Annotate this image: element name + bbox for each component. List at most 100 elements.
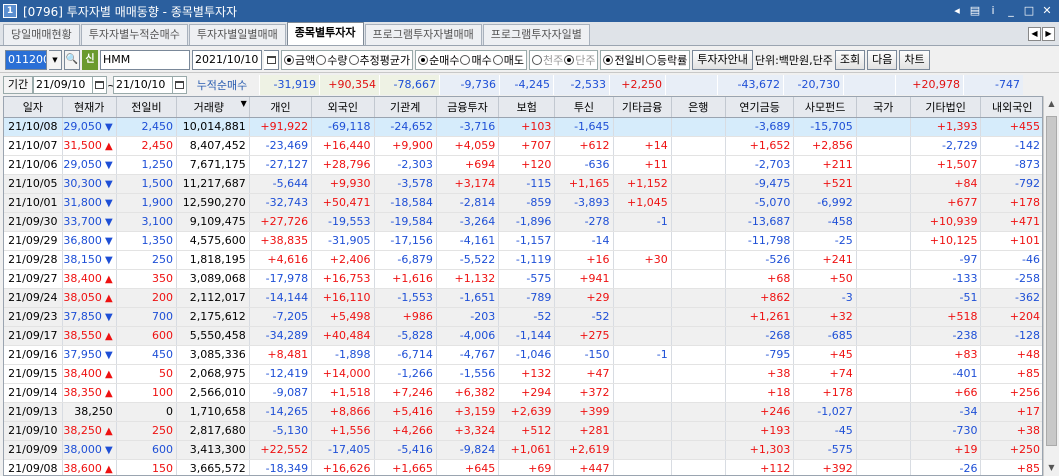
radio-change-rate[interactable]: 등락률 — [645, 52, 687, 68]
cell-investor-value: +11 — [613, 155, 672, 175]
column-header[interactable]: 기타법인 — [910, 97, 982, 118]
tab-1[interactable]: 투자자별누적순매수 — [80, 24, 188, 45]
column-header[interactable]: 거래량 ▼ — [176, 97, 250, 118]
cell-investor-value — [671, 212, 726, 232]
cell-investor-value: +204 — [980, 307, 1042, 327]
tab-prev-icon[interactable]: ◀ — [1028, 26, 1041, 41]
tab-5[interactable]: 프로그램투자자일별 — [482, 24, 590, 45]
table-row[interactable]: 21/09/09 38,000 ▼ 600 3,413,300 +22,552 -17,4… — [4, 440, 1042, 460]
column-header[interactable]: 개인 — [249, 97, 313, 118]
search-icon[interactable]: 🔍 — [64, 49, 80, 70]
cell-investor-value: +16,753 — [311, 269, 375, 289]
period-to-input[interactable]: 21/10/10 — [113, 76, 173, 94]
table-row[interactable]: 21/09/28 38,150 ▼ 250 1,818,195 +4,616 +2,406… — [4, 250, 1042, 270]
cell-volume: 3,665,572 — [176, 459, 250, 475]
scroll-down-icon[interactable]: ▼ — [1044, 460, 1059, 476]
column-header[interactable]: 일자 — [4, 97, 63, 118]
table-row[interactable]: 21/09/15 38,400 ▲ 50 2,068,975 -12,419 +14,00… — [4, 364, 1042, 384]
tab-2[interactable]: 투자자별일별매매 — [188, 24, 286, 45]
table-row[interactable]: 21/09/30 33,700 ▼ 3,100 9,109,475 +27,726 -19… — [4, 212, 1042, 232]
table-row[interactable]: 21/09/17 38,550 ▲ 600 5,550,458 -34,289 +40,4… — [4, 326, 1042, 346]
date-input[interactable]: 2021/10/10 — [192, 49, 262, 70]
cell-investor-value: -3 — [793, 288, 857, 308]
table-row[interactable]: 21/09/23 37,850 ▼ 700 2,175,612 -7,205 +5,498… — [4, 307, 1042, 327]
calendar-to-icon[interactable] — [173, 76, 187, 94]
cell-investor-value: -1,896 — [498, 212, 556, 232]
column-header[interactable]: 투신 — [554, 97, 614, 118]
tab-0[interactable]: 당일매매현황 — [3, 24, 80, 45]
calendar-icon[interactable] — [264, 49, 279, 70]
table-row[interactable]: 21/09/27 38,400 ▲ 350 3,089,068 -17,978 +16,7… — [4, 269, 1042, 289]
cell-investor-value — [671, 174, 726, 194]
table-row[interactable]: 21/10/05 30,300 ▼ 1,500 11,217,687 -5,644 +9,… — [4, 174, 1042, 194]
radio-amount[interactable]: 금액 — [284, 52, 315, 68]
radio-net-buy[interactable]: 순매수 — [418, 52, 459, 68]
column-header[interactable]: 외국인 — [311, 97, 375, 118]
table-row[interactable]: 21/09/29 36,800 ▼ 1,350 4,575,600 +38,835 -31… — [4, 231, 1042, 251]
column-header[interactable]: 내외국인 — [980, 97, 1042, 118]
investor-data-grid[interactable]: 일자 현재가 전일비 거래량 ▼ 개인 외국인 기관계 금융투자 보험 투신 기타금융 은행 연기금등 사모… — [3, 96, 1043, 476]
column-header[interactable]: 기관계 — [374, 97, 437, 118]
radio-quantity[interactable]: 수량 — [316, 52, 348, 68]
stock-code-input[interactable]: 011200 — [5, 49, 47, 70]
cell-investor-value: -5,070 — [725, 193, 795, 213]
cell-investor-value: +256 — [980, 383, 1042, 403]
tab-left-icon[interactable]: ◂ — [949, 3, 965, 19]
cell-date: 21/09/13 — [4, 402, 63, 422]
table-row[interactable]: 21/10/01 31,800 ▼ 1,900 12,590,270 -32,743 +5… — [4, 193, 1042, 213]
table-row[interactable]: 21/10/06 29,050 ▼ 1,250 7,671,175 -27,127 +28… — [4, 155, 1042, 175]
query-button[interactable]: 조회 — [834, 49, 866, 70]
cell-investor-value: +447 — [554, 459, 614, 475]
cell-investor-value: +16,626 — [311, 459, 375, 475]
scroll-thumb[interactable] — [1046, 116, 1057, 446]
cell-investor-value — [671, 155, 726, 175]
table-row[interactable]: 21/10/07 31,500 ▲ 2,450 8,407,452 -23,469 +16… — [4, 136, 1042, 156]
table-row[interactable]: 21/10/08 29,050 ▼ 2,450 10,014,881 +91,922 -6… — [4, 117, 1042, 137]
radio-prev-day[interactable]: 전일비 — [603, 52, 645, 68]
column-header[interactable]: 보험 — [498, 97, 556, 118]
tab-3[interactable]: 종목별투자자 — [286, 22, 364, 45]
minimize-icon[interactable]: _ — [1003, 3, 1019, 19]
column-header[interactable]: 금융투자 — [436, 97, 500, 118]
table-row[interactable]: 21/09/16 37,950 ▼ 450 3,085,336 +8,481 -1,898… — [4, 345, 1042, 365]
tab-next-icon[interactable]: ▶ — [1042, 26, 1055, 41]
column-header[interactable]: 국가 — [856, 97, 911, 118]
radio-single-shares[interactable]: 단주 — [564, 52, 595, 68]
column-header[interactable]: 현재가 — [62, 97, 117, 118]
investor-info-button[interactable]: 투자자안내 — [692, 49, 753, 70]
chart-button[interactable]: 차트 — [899, 49, 930, 70]
window-menu-icon[interactable]: ▤ — [967, 3, 983, 19]
tab-4[interactable]: 프로그램투자자별매매 — [364, 24, 482, 45]
table-row[interactable]: 21/09/13 38,250 0 1,710,658 -14,265 +8,866 +5… — [4, 402, 1042, 422]
maximize-icon[interactable]: □ — [1021, 3, 1037, 19]
column-header[interactable]: 연기금등 — [725, 97, 795, 118]
table-row[interactable]: 21/09/14 38,350 ▲ 100 2,566,010 -9,087 +1,518… — [4, 383, 1042, 403]
radio-buy[interactable]: 매수 — [460, 52, 492, 68]
table-row[interactable]: 21/09/10 38,250 ▲ 250 2,817,680 -5,130 +1,556… — [4, 421, 1042, 441]
sort-dropdown-icon[interactable]: ▼ — [241, 99, 247, 108]
help-icon[interactable]: ⅰ — [985, 3, 1001, 19]
cell-investor-value: -1,645 — [554, 117, 614, 137]
table-row[interactable]: 21/09/24 38,050 ▲ 200 2,112,017 -14,144 +16,1… — [4, 288, 1042, 308]
cell-price: 38,400 ▲ — [62, 269, 117, 289]
scroll-up-icon[interactable]: ▲ — [1044, 96, 1059, 112]
cell-investor-value: -17,156 — [374, 231, 437, 251]
next-button[interactable]: 다음 — [867, 49, 898, 70]
radio-thousand-shares[interactable]: 천주 — [531, 52, 563, 68]
cell-investor-value — [671, 117, 726, 137]
column-header[interactable]: 전일비 — [116, 97, 178, 118]
column-header[interactable]: 은행 — [671, 97, 726, 118]
radio-avg-price[interactable]: 추정평균가 — [348, 52, 410, 68]
column-header[interactable]: 사모펀드 — [793, 97, 857, 118]
code-dropdown-icon[interactable]: ▼ — [49, 49, 62, 70]
cell-investor-value — [613, 383, 672, 403]
column-header[interactable]: 기타금융 — [613, 97, 672, 118]
radio-sell[interactable]: 매도 — [492, 52, 524, 68]
calendar-from-icon[interactable] — [93, 76, 107, 94]
close-icon[interactable]: ✕ — [1039, 3, 1055, 19]
vertical-scrollbar[interactable]: ▲ ▼ — [1043, 96, 1059, 476]
period-from-input[interactable]: 21/09/10 — [33, 76, 93, 94]
cumulative-total: -4,245 — [499, 75, 553, 95]
table-row[interactable]: 21/09/08 38,600 ▲ 150 3,665,572 -18,349 +16,6… — [4, 459, 1042, 475]
cell-investor-value: +178 — [980, 193, 1042, 213]
